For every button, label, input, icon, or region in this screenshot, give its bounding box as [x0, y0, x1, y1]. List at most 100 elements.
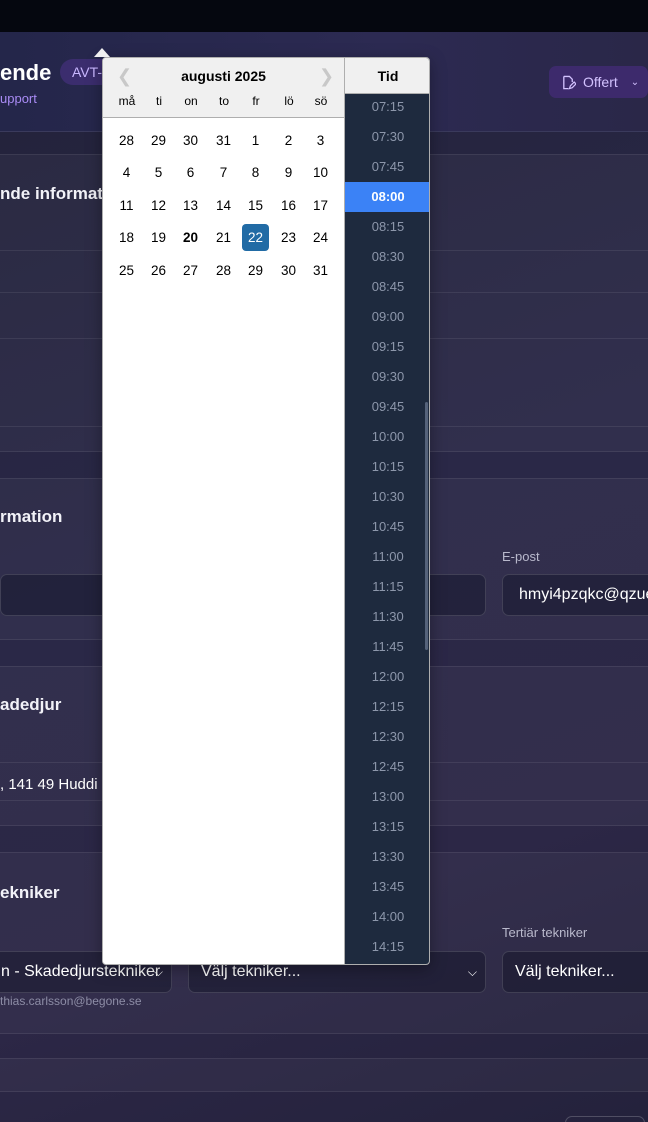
calendar: ❮ augusti 2025 ❯ må ti on to fr lö sö 28 29 30 31… [103, 58, 344, 964]
chevron-down-icon: ⌄ [630, 76, 640, 88]
time-option[interactable]: 09:00 [345, 302, 429, 332]
next-month-icon[interactable]: ❯ [319, 66, 334, 87]
tertiary-technician-label: Tertiär tekniker [502, 925, 588, 940]
time-option[interactable]: 11:15 [345, 572, 429, 602]
offer-button[interactable]: Offert ⌄ [549, 66, 648, 98]
time-option[interactable]: 10:30 [345, 482, 429, 512]
selected-day[interactable]: 22 [242, 224, 269, 251]
calendar-day[interactable]: 13 [177, 192, 204, 219]
offer-button-label: Offert [583, 74, 618, 90]
technician-email: thias.carlsson@begone.se [0, 994, 142, 1008]
calendar-day[interactable]: 25 [113, 257, 140, 284]
section-card-5 [0, 1058, 648, 1092]
email-label: E-post [502, 549, 540, 564]
calendar-day[interactable]: 29 [145, 127, 172, 154]
section-title-3: adedjur [0, 695, 62, 714]
time-option[interactable]: 08:45 [345, 272, 429, 302]
time-option[interactable]: 12:00 [345, 662, 429, 692]
tertiary-technician-value: Välj tekniker... [515, 963, 615, 980]
calendar-day[interactable]: 31 [307, 257, 334, 284]
calendar-day[interactable]: 3 [307, 127, 334, 154]
time-option[interactable]: 14:00 [345, 902, 429, 932]
calendar-day[interactable]: 6 [177, 159, 204, 186]
weekday-label: sö [314, 94, 328, 108]
calendar-day[interactable]: 28 [113, 127, 140, 154]
calendar-day[interactable]: 1 [242, 127, 269, 154]
time-option[interactable]: 10:00 [345, 422, 429, 452]
secondary-technician-value: Välj tekniker... [201, 963, 301, 980]
calendar-day[interactable]: 2 [275, 127, 302, 154]
time-option[interactable]: 11:45 [345, 632, 429, 662]
calendar-day[interactable]: 27 [177, 257, 204, 284]
chevron-down-icon: ⌵ [467, 965, 477, 979]
calendar-day[interactable]: 5 [145, 159, 172, 186]
calendar-day[interactable]: 14 [210, 192, 237, 219]
time-option[interactable]: 08:30 [345, 242, 429, 272]
calendar-day[interactable]: 7 [210, 159, 237, 186]
time-option[interactable]: 13:45 [345, 872, 429, 902]
tertiary-technician-select[interactable]: Välj tekniker... [502, 951, 648, 993]
calendar-day[interactable]: 9 [275, 159, 302, 186]
weekday-label: fr [252, 94, 260, 108]
datetime-picker-popup: ❮ augusti 2025 ❯ må ti on to fr lö sö 28 29 30 31… [102, 57, 430, 965]
time-option[interactable]: 07:30 [345, 122, 429, 152]
time-option[interactable]: 13:00 [345, 782, 429, 812]
time-option[interactable]: 09:45 [345, 392, 429, 422]
section-title-2: rmation [0, 507, 63, 526]
calendar-day[interactable]: 4 [113, 159, 140, 186]
time-option[interactable]: 11:00 [345, 542, 429, 572]
calendar-day[interactable]: 18 [113, 224, 140, 251]
selected-time-option[interactable]: 08:00 [345, 182, 429, 212]
time-list[interactable]: 14:15 14:00 13:45 13:30 13:15 13:00 12:45 12:30… [345, 94, 429, 964]
time-option[interactable]: 10:45 [345, 512, 429, 542]
weekday-label: må [118, 94, 136, 108]
weekday-label: lö [284, 94, 294, 108]
calendar-day[interactable]: 30 [275, 257, 302, 284]
footer-button[interactable] [565, 1116, 645, 1122]
calendar-day[interactable]: 16 [275, 192, 302, 219]
time-option[interactable]: 07:15 [345, 94, 429, 122]
support-link[interactable]: upport [0, 91, 37, 106]
page-title: ende [0, 60, 52, 85]
time-option[interactable]: 12:15 [345, 692, 429, 722]
popup-pointer [94, 48, 110, 57]
calendar-day[interactable]: 28 [210, 257, 237, 284]
time-option[interactable]: 10:15 [345, 452, 429, 482]
email-field[interactable]: hmyi4pzqkc@qzue [502, 574, 648, 616]
calendar-day[interactable]: 30 [177, 127, 204, 154]
section-title-1: nde informat [0, 184, 103, 203]
time-option[interactable]: 07:45 [345, 152, 429, 182]
primary-technician-value: n - Skadedjurstekniker [1, 963, 161, 980]
calendar-day[interactable]: 21 [210, 224, 237, 251]
calendar-day[interactable]: 12 [145, 192, 172, 219]
calendar-day[interactable]: 15 [242, 192, 269, 219]
address-text: , 141 49 Huddi [0, 776, 98, 793]
browser-top-bar [0, 0, 648, 32]
time-option[interactable]: 08:15 [345, 212, 429, 242]
time-header: Tid [345, 58, 429, 94]
calendar-day[interactable]: 20 [177, 224, 204, 251]
calendar-header: ❮ augusti 2025 ❯ må ti on to fr lö sö [103, 58, 344, 118]
section-title-4: ekniker [0, 883, 60, 902]
scrollbar-thumb[interactable] [425, 402, 428, 650]
calendar-day[interactable]: 23 [275, 224, 302, 251]
time-option[interactable]: 09:30 [345, 362, 429, 392]
time-option[interactable]: 12:45 [345, 752, 429, 782]
time-option[interactable]: 14:15 [345, 932, 429, 962]
time-option[interactable]: 12:30 [345, 722, 429, 752]
weekday-label: to [218, 94, 229, 108]
calendar-day[interactable]: 10 [307, 159, 334, 186]
calendar-day[interactable]: 17 [307, 192, 334, 219]
time-option[interactable]: 13:15 [345, 812, 429, 842]
time-option[interactable]: 13:30 [345, 842, 429, 872]
time-column: Tid 14:15 14:00 13:45 13:30 13:15 13:00 12:45 1… [344, 58, 429, 964]
calendar-day[interactable]: 19 [145, 224, 172, 251]
time-option[interactable]: 11:30 [345, 602, 429, 632]
calendar-day[interactable]: 11 [113, 192, 140, 219]
calendar-day[interactable]: 26 [145, 257, 172, 284]
time-option[interactable]: 09:15 [345, 332, 429, 362]
calendar-day[interactable]: 8 [242, 159, 269, 186]
calendar-day[interactable]: 24 [307, 224, 334, 251]
calendar-day[interactable]: 31 [210, 127, 237, 154]
calendar-day[interactable]: 29 [242, 257, 269, 284]
